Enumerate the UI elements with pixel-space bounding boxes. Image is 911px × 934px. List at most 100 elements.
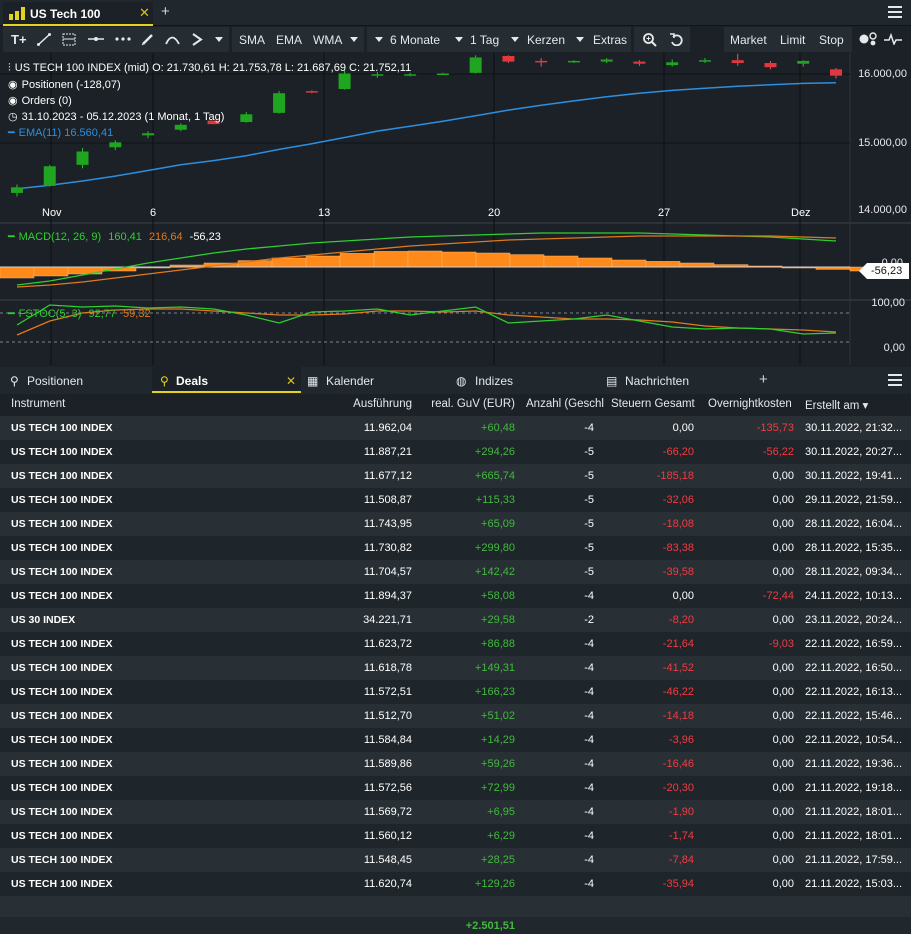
cell-overnightkosten: 0,00: [772, 662, 794, 674]
stop-order-button[interactable]: Stop: [819, 33, 844, 47]
table-row[interactable]: US TECH 100 INDEX 11.512,70 +51,02 -4 -14,18…: [0, 704, 911, 728]
tab-deals[interactable]: ⚲ Deals ✕: [152, 367, 301, 393]
panel-tabbar: ⚲ Positionen ⚲ Deals ✕ ▦ Kalender ◍ Indi…: [0, 367, 911, 394]
col-ausfuehrung[interactable]: Ausführung: [353, 398, 412, 410]
table-row[interactable]: US TECH 100 INDEX 11.560,12 +6,29 -4 -1,74 0,…: [0, 824, 911, 848]
add-panel-tab-icon[interactable]: +: [759, 371, 768, 388]
pencil-tool-icon[interactable]: [141, 33, 154, 46]
table-row[interactable]: US TECH 100 INDEX 11.589,86 +59,26 -4 -16,46…: [0, 752, 911, 776]
macd-legend[interactable]: ━ MACD(12, 26, 9) 160,41 216,64 -56,23: [8, 230, 225, 243]
table-row[interactable]: US TECH 100 INDEX 11.618,78 +149,31 -4 -41,5…: [0, 656, 911, 680]
candle-body: [535, 60, 548, 63]
add-tab-icon[interactable]: +: [161, 3, 170, 20]
order-group: Market Limit Stop: [724, 27, 852, 52]
candle-body: [43, 166, 56, 186]
extras-select[interactable]: Extras: [593, 33, 627, 47]
table-row[interactable]: US TECH 100 INDEX 11.677,12 +665,74 -5 -185,…: [0, 464, 911, 488]
market-order-button[interactable]: Market: [730, 33, 767, 47]
table-row[interactable]: US TECH 100 INDEX 11.887,21 +294,26 -5 -66,2…: [0, 440, 911, 464]
horizontal-line-tool-icon[interactable]: [88, 33, 104, 46]
col-anzahl[interactable]: Anzahl (Geschl: [526, 398, 604, 410]
table-row[interactable]: US TECH 100 INDEX 11.548,45 +28,25 -4 -7,84 0…: [0, 848, 911, 872]
indicator-chevron-down-icon[interactable]: [350, 37, 358, 42]
text-tool-icon[interactable]: T+: [11, 32, 27, 47]
col-overnightkosten[interactable]: Overnightkosten: [708, 398, 792, 410]
drawing-tools-chevron-down-icon[interactable]: [215, 37, 223, 42]
trendline-tool-icon[interactable]: [37, 33, 51, 46]
cursor-tool-icon[interactable]: [191, 33, 203, 46]
undo-icon[interactable]: [669, 33, 683, 46]
period-chevron-down-icon[interactable]: [375, 37, 383, 42]
tab-us-tech-100[interactable]: US Tech 100 ✕: [3, 2, 153, 26]
settings-circles-icon[interactable]: [859, 32, 879, 46]
macd-histogram-bar: [679, 262, 715, 268]
cell-overnightkosten: 0,00: [772, 686, 794, 698]
table-row[interactable]: US TECH 100 INDEX 11.704,57 +142,42 -5 -39,5…: [0, 560, 911, 584]
tab-nachrichten[interactable]: ▤ Nachrichten: [604, 367, 750, 393]
cell-steuern: -16,46: [662, 758, 694, 770]
table-row[interactable]: US TECH 100 INDEX 11.584,84 +14,29 -4 -3,96 0…: [0, 728, 911, 752]
extras-chevron-down-icon[interactable]: [576, 37, 584, 42]
orders-radio-icon[interactable]: ◉: [8, 95, 18, 107]
close-tab-icon[interactable]: ✕: [139, 5, 150, 21]
zoom-icon[interactable]: [643, 33, 657, 47]
cell-erstellt-am: 21.11.2022, 19:36...: [805, 758, 903, 770]
positions-legend[interactable]: ◉ Positionen (-128,07): [8, 78, 125, 91]
cell-real-guv: +299,80: [474, 542, 515, 554]
fstoc-legend[interactable]: ━ FSTOC(5, 3) 92,77 59,32: [8, 307, 155, 320]
cell-steuern: -21,64: [662, 638, 694, 650]
table-row[interactable]: US TECH 100 INDEX 11.620,74 +129,26 -4 -35,9…: [0, 872, 911, 896]
col-real-guv[interactable]: real. GuV (EUR): [431, 398, 515, 410]
tab-indizes[interactable]: ◍ Indizes: [454, 367, 602, 393]
chart-type-select[interactable]: Kerzen: [527, 33, 565, 47]
table-row[interactable]: US TECH 100 INDEX 11.572,56 +72,99 -4 -20,30…: [0, 776, 911, 800]
curve-tool-icon[interactable]: [165, 33, 180, 46]
interval-select[interactable]: 1 Tag: [470, 33, 499, 47]
trading-app: US Tech 100 ✕ + T+ SMA EMA WMA 6 Monate: [0, 0, 911, 934]
period-select[interactable]: 6 Monate: [390, 33, 440, 47]
orders-legend[interactable]: ◉ Orders (0): [8, 94, 76, 107]
table-row[interactable]: US TECH 100 INDEX 11.730,82 +299,80 -5 -83,3…: [0, 536, 911, 560]
table-row[interactable]: US 30 INDEX 34.221,71 +29,58 -2 -8,20 0,00 23.…: [0, 608, 911, 632]
cell-real-guv: +6,95: [487, 806, 515, 818]
table-row[interactable]: US TECH 100 INDEX 11.743,95 +65,09 -5 -18,08…: [0, 512, 911, 536]
wma-button[interactable]: WMA: [313, 33, 342, 47]
col-erstellt-am[interactable]: Erstellt am ▾: [805, 398, 868, 412]
macd-value-1: 160,41: [108, 231, 142, 243]
sma-button[interactable]: SMA: [239, 33, 265, 47]
cell-ausfuehrung: 34.221,71: [363, 614, 412, 626]
fibonacci-tool-icon[interactable]: [62, 33, 76, 46]
cell-real-guv: +60,48: [481, 422, 515, 434]
cell-anzahl: -4: [584, 638, 594, 650]
table-row[interactable]: US TECH 100 INDEX 11.508,87 +115,33 -5 -32,0…: [0, 488, 911, 512]
price-chart[interactable]: ⫶ US TECH 100 INDEX (mid) O: 21.730,61 H:…: [0, 53, 911, 365]
table-row[interactable]: US TECH 100 INDEX 11.623,72 +86,88 -4 -21,64…: [0, 632, 911, 656]
ema-legend[interactable]: ━ EMA(11) 16.560,41: [8, 126, 117, 139]
interval-chevron-down-icon[interactable]: [455, 37, 463, 42]
macd-histogram-bar: [33, 266, 69, 277]
close-tab-icon[interactable]: ✕: [286, 374, 296, 388]
col-steuern[interactable]: Steuern Gesamt: [611, 398, 695, 410]
tab-positionen[interactable]: ⚲ Positionen: [0, 367, 150, 393]
cell-real-guv: +149,31: [474, 662, 515, 674]
table-row[interactable]: US TECH 100 INDEX 11.894,37 +58,08 -4 0,00 -7…: [0, 584, 911, 608]
limit-order-button[interactable]: Limit: [780, 33, 805, 47]
ema-line: [16, 81, 837, 190]
tab-kalender[interactable]: ▦ Kalender: [304, 367, 452, 393]
pulse-icon[interactable]: [884, 33, 902, 45]
table-row[interactable]: US TECH 100 INDEX 11.962,04 +60,48 -4 0,00 -1…: [0, 416, 911, 440]
chart-type-chevron-down-icon[interactable]: [511, 37, 519, 42]
x-tick-6: 6: [150, 207, 157, 219]
window-menu-icon[interactable]: [888, 6, 902, 18]
dotted-line-tool-icon[interactable]: [115, 33, 131, 46]
table-row[interactable]: US TECH 100 INDEX 11.572,51 +166,23 -4 -46,2…: [0, 680, 911, 704]
ema-button[interactable]: EMA: [276, 33, 302, 47]
table-row[interactable]: US TECH 100 INDEX 11.569,72 +6,95 -4 -1,90 0,…: [0, 800, 911, 824]
cell-anzahl: -4: [584, 782, 594, 794]
cell-real-guv: +51,02: [481, 710, 515, 722]
fstoc-line-icon: ━: [8, 308, 15, 320]
positions-radio-icon[interactable]: ◉: [8, 79, 18, 91]
col-instrument[interactable]: Instrument: [11, 398, 65, 410]
panel-menu-icon[interactable]: [888, 374, 902, 386]
orders-legend-label: Orders (0): [21, 95, 72, 107]
